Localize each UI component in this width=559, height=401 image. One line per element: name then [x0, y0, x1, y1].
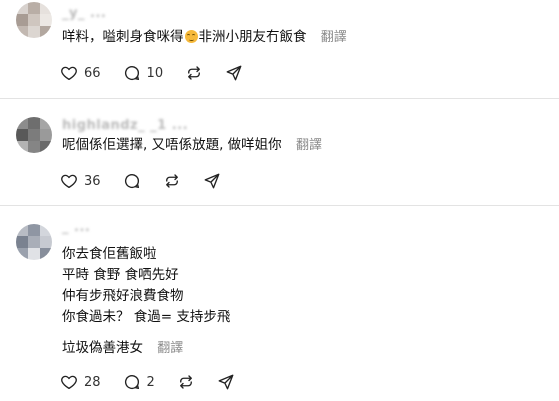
repost-icon: [179, 375, 192, 389]
repost-button[interactable]: [177, 373, 195, 391]
avatar-pixel: [40, 2, 52, 14]
avatar-pixel: [16, 2, 28, 14]
post-text-part: 垃圾偽善港女: [62, 340, 143, 356]
avatar-pixel: [16, 141, 28, 153]
avatar-pixel: [40, 14, 52, 26]
comment-icon: [124, 65, 139, 81]
post-actions: 36: [60, 170, 243, 192]
avatar-pixel: [40, 224, 52, 236]
avatar-pixel: [28, 141, 40, 153]
avatar-pixel: [28, 117, 40, 129]
avatar-pixel: [16, 224, 28, 236]
avatar-pixel: [28, 2, 40, 14]
comment-icon: [124, 173, 139, 189]
post-text-part-1: 咩料，嗌刺身食咪得: [62, 29, 184, 45]
translate-link[interactable]: 翻譯: [296, 138, 322, 153]
avatar-pixel: [40, 248, 52, 260]
share-button[interactable]: [225, 64, 243, 82]
avatar-pixel: [40, 26, 52, 38]
translate-link[interactable]: 翻譯: [157, 341, 183, 356]
repost-button[interactable]: [163, 172, 181, 190]
share-icon: [204, 173, 219, 189]
avatar-pixel: [28, 236, 40, 248]
like-count: 66: [84, 65, 101, 81]
avatar-pixel: [16, 248, 28, 260]
post-divider: [0, 98, 559, 99]
post-text-part-2: 非洲小朋友冇飯食: [198, 29, 307, 45]
avatar-pixel: [28, 248, 40, 260]
avatar[interactable]: [16, 117, 52, 153]
comment-count: 2: [146, 374, 155, 390]
avatar-pixel: [40, 129, 52, 141]
comment-icon: [124, 374, 139, 390]
like-count: 28: [84, 374, 101, 390]
avatar-pixel: [40, 141, 52, 153]
post-text-line-4: 你食過未？ 食過= 支持步飛: [62, 309, 231, 325]
like-button[interactable]: 28: [60, 373, 101, 391]
repost-icon: [165, 174, 178, 188]
username[interactable]: _y_ ...: [62, 6, 106, 20]
avatar[interactable]: [16, 224, 52, 260]
avatar-pixel: [40, 236, 52, 248]
smiling-face-emoji-icon: [184, 30, 198, 43]
avatar-pixel: [16, 117, 28, 129]
post-divider: [0, 205, 559, 206]
share-button[interactable]: [203, 172, 221, 190]
heart-icon: [61, 174, 77, 189]
post-text-part-1: 呢個係佢選擇, 又唔係放題, 做咩姐你: [62, 137, 282, 153]
username[interactable]: _ ...: [62, 220, 90, 234]
avatar-pixel: [16, 129, 28, 141]
share-icon: [218, 374, 234, 390]
share-icon: [226, 65, 242, 81]
post-text-line-3: 仲有步飛好浪費食物: [62, 288, 184, 304]
like-button[interactable]: 36: [60, 172, 101, 190]
share-button[interactable]: [217, 373, 235, 391]
avatar-pixel: [16, 236, 28, 248]
avatar-pixel: [28, 224, 40, 236]
like-button[interactable]: 66: [60, 64, 101, 82]
comment-count: 10: [146, 65, 164, 81]
post-text-line-5: 垃圾偽善港女 翻譯: [62, 339, 183, 358]
comment-button[interactable]: 2: [123, 373, 155, 391]
comment-button[interactable]: 10: [123, 64, 164, 82]
translate-link[interactable]: 翻譯: [321, 30, 347, 45]
post-actions: 66 10: [60, 62, 265, 84]
post-actions: 28 2: [60, 371, 257, 393]
heart-icon: [61, 66, 77, 81]
avatar[interactable]: [16, 2, 52, 38]
post-text-line-1: 你去食佢舊飯啦: [62, 246, 157, 262]
avatar-pixel: [16, 14, 28, 26]
repost-icon: [188, 66, 201, 80]
heart-icon: [61, 375, 77, 390]
post-text-line-2: 平時 食野 食哂先好: [62, 267, 179, 283]
post-text: 咩料，嗌刺身食咪得 非洲小朋友冇飯食 翻譯: [62, 28, 347, 47]
avatar-pixel: [16, 26, 28, 38]
like-count: 36: [84, 173, 101, 189]
avatar-pixel: [28, 26, 40, 38]
username[interactable]: highlandz_ _1 ...: [62, 118, 188, 132]
avatar-pixel: [40, 117, 52, 129]
avatar-pixel: [28, 129, 40, 141]
post-text: 呢個係佢選擇, 又唔係放題, 做咩姐你 翻譯: [62, 136, 322, 155]
avatar-pixel: [28, 14, 40, 26]
comment-button[interactable]: [123, 172, 141, 190]
repost-button[interactable]: [185, 64, 203, 82]
